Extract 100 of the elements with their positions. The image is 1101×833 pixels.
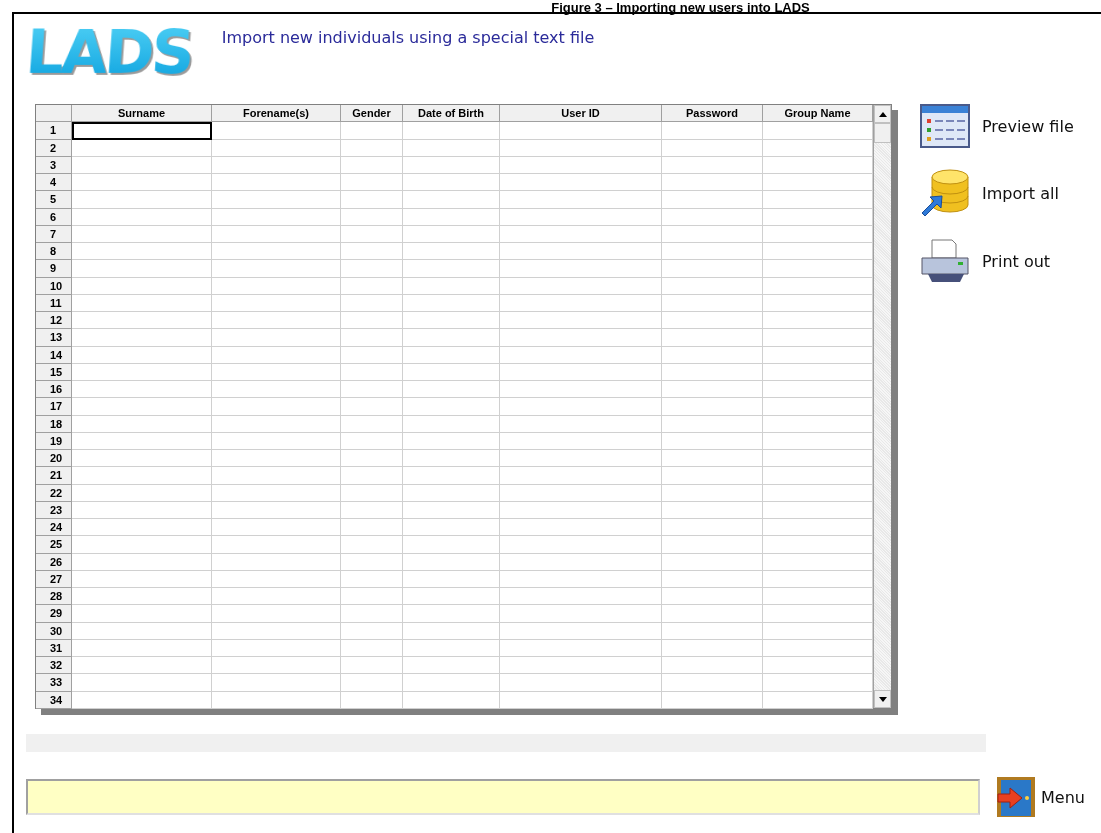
table-cell[interactable] [763,536,873,554]
table-cell[interactable] [212,588,341,606]
table-cell[interactable] [72,174,212,192]
row-header[interactable]: 29 [36,605,72,623]
table-cell[interactable] [500,312,662,330]
table-cell[interactable] [763,519,873,537]
row-header[interactable]: 20 [36,450,72,468]
table-cell[interactable] [763,260,873,278]
table-cell[interactable] [763,243,873,261]
table-cell[interactable] [72,467,212,485]
table-cell[interactable] [662,329,763,347]
table-cell[interactable] [212,674,341,692]
menu-button[interactable]: Menu [996,776,1085,818]
table-cell[interactable] [763,398,873,416]
table-cell[interactable] [500,657,662,675]
table-cell[interactable] [500,536,662,554]
table-cell[interactable] [500,191,662,209]
table-cell[interactable] [403,312,500,330]
table-cell[interactable] [341,191,403,209]
column-header[interactable]: Forename(s) [212,105,341,123]
table-cell[interactable] [500,519,662,537]
row-header[interactable]: 13 [36,329,72,347]
table-cell[interactable] [212,536,341,554]
table-cell[interactable] [662,657,763,675]
down-arrow-icon[interactable] [878,696,887,702]
row-header[interactable]: 12 [36,312,72,330]
table-cell[interactable] [403,381,500,399]
table-cell[interactable] [763,588,873,606]
table-cell[interactable] [212,243,341,261]
scroll-thumb[interactable] [874,123,891,143]
row-header[interactable]: 21 [36,467,72,485]
table-cell[interactable] [341,519,403,537]
table-cell[interactable] [500,450,662,468]
row-header[interactable]: 5 [36,191,72,209]
table-cell[interactable] [500,605,662,623]
table-cell[interactable] [403,243,500,261]
table-cell[interactable] [72,605,212,623]
table-cell[interactable] [403,329,500,347]
table-cell[interactable] [763,174,873,192]
table-cell[interactable] [500,260,662,278]
up-arrow-icon[interactable] [878,111,887,117]
table-cell[interactable] [72,674,212,692]
table-cell[interactable] [72,536,212,554]
table-cell[interactable] [763,450,873,468]
row-header[interactable]: 1 [36,122,72,140]
scrollbar[interactable] [873,105,891,708]
table-cell[interactable] [212,398,341,416]
column-header[interactable]: Gender [341,105,403,123]
table-cell[interactable] [403,450,500,468]
table-cell[interactable] [403,191,500,209]
row-header[interactable]: 9 [36,260,72,278]
table-cell[interactable] [403,588,500,606]
row-header[interactable]: 24 [36,519,72,537]
table-cell[interactable] [662,467,763,485]
table-cell[interactable] [72,450,212,468]
table-cell[interactable] [662,260,763,278]
table-cell[interactable] [763,381,873,399]
table-cell[interactable] [341,122,403,140]
table-cell[interactable] [403,519,500,537]
table-cell[interactable] [212,467,341,485]
table-cell[interactable] [403,605,500,623]
table-cell[interactable] [403,174,500,192]
table-cell[interactable] [72,122,212,140]
table-cell[interactable] [212,174,341,192]
table-cell[interactable] [662,674,763,692]
table-cell[interactable] [763,191,873,209]
row-header[interactable]: 4 [36,174,72,192]
table-cell[interactable] [212,260,341,278]
table-cell[interactable] [500,381,662,399]
table-cell[interactable] [763,674,873,692]
table-cell[interactable] [662,398,763,416]
table-cell[interactable] [72,329,212,347]
table-cell[interactable] [72,191,212,209]
column-header[interactable]: Group Name [763,105,873,123]
table-cell[interactable] [341,674,403,692]
table-cell[interactable] [72,519,212,537]
row-header[interactable]: 17 [36,398,72,416]
input-field[interactable] [26,779,980,815]
table-cell[interactable] [212,450,341,468]
table-cell[interactable] [662,536,763,554]
table-cell[interactable] [500,588,662,606]
column-header[interactable]: Date of Birth [403,105,500,123]
row-header[interactable]: 33 [36,674,72,692]
import-button[interactable]: Import all [920,169,1074,217]
table-cell[interactable] [403,657,500,675]
table-cell[interactable] [662,122,763,140]
table-cell[interactable] [662,450,763,468]
table-cell[interactable] [72,588,212,606]
column-header[interactable]: User ID [500,105,662,123]
table-cell[interactable] [403,398,500,416]
table-cell[interactable] [403,122,500,140]
table-cell[interactable] [662,243,763,261]
table-cell[interactable] [341,381,403,399]
table-cell[interactable] [403,467,500,485]
table-cell[interactable] [212,329,341,347]
table-cell[interactable] [763,605,873,623]
row-header[interactable]: 8 [36,243,72,261]
table-cell[interactable] [500,243,662,261]
table-cell[interactable] [72,381,212,399]
table-cell[interactable] [662,588,763,606]
